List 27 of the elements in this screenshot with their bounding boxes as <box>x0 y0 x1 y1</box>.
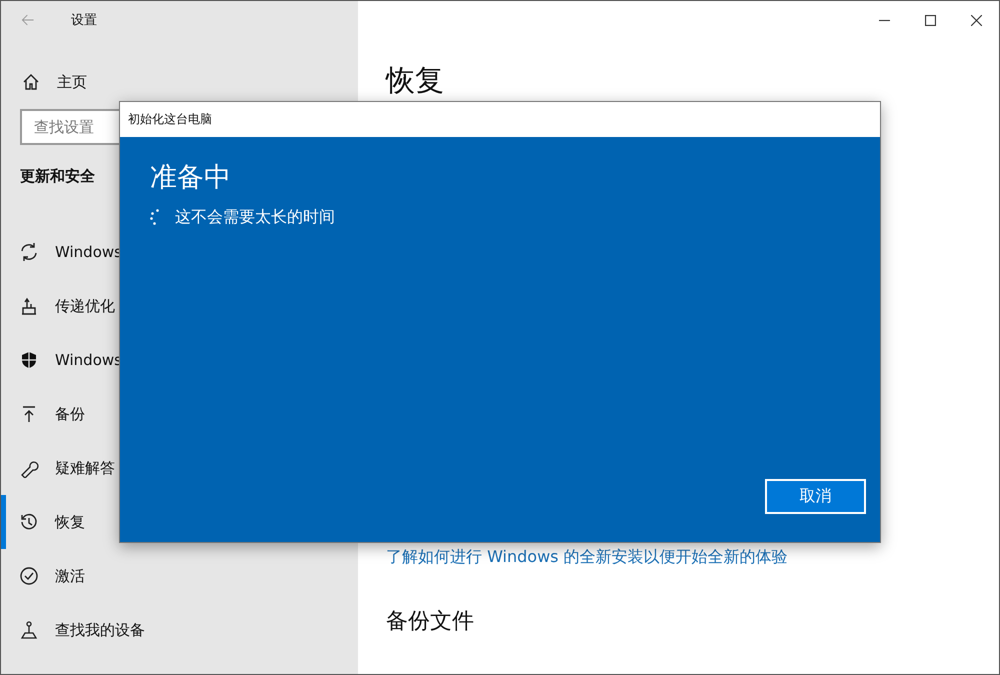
spinner-icon <box>150 209 159 226</box>
sidebar-item[interactable]: 查找我的设备 <box>1 603 358 657</box>
dialog-title: 初始化这台电脑 <box>128 111 212 128</box>
tray-icon <box>19 296 39 316</box>
sidebar-item[interactable]: Windows <box>1 333 358 387</box>
sync-icon <box>19 242 39 262</box>
close-icon[interactable] <box>970 14 982 26</box>
status-message: 这不会需要太长的时间 <box>175 207 335 228</box>
section-heading: 备份文件 <box>386 608 475 636</box>
shield-icon <box>19 350 39 370</box>
home-icon <box>21 72 41 92</box>
sidebar-item[interactable]: 疑难解答 <box>1 441 358 495</box>
sidebar-item[interactable]: Windows <box>1 225 358 279</box>
fresh-install-link[interactable]: 了解如何进行 Windows 的全新安装以便开始全新的体验 <box>386 547 999 568</box>
sidebar-item[interactable]: 备份 <box>1 387 358 441</box>
home-link[interactable]: 主页 <box>57 72 87 92</box>
history-icon <box>19 512 39 532</box>
window-title: 设置 <box>71 12 97 29</box>
maximize-icon[interactable] <box>924 14 936 26</box>
page-heading: 恢复 <box>386 62 445 99</box>
cancel-button[interactable]: 取消 <box>765 479 866 514</box>
sidebar-item[interactable]: 传递优化 <box>1 279 358 333</box>
section-heading: 更新和安全 <box>20 167 95 186</box>
dialog-heading: 准备中 <box>150 161 232 195</box>
sidebar-item[interactable]: 激活 <box>1 549 358 603</box>
checkmark-icon <box>19 566 39 586</box>
locator-icon <box>19 620 39 640</box>
